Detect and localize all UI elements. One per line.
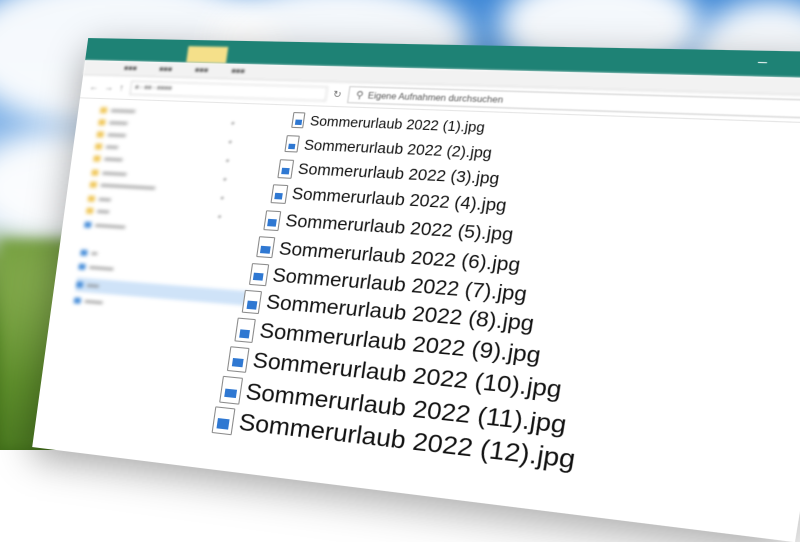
back-icon[interactable]: ← <box>89 82 99 92</box>
folder-icon <box>91 169 99 176</box>
image-file-icon <box>291 112 306 129</box>
folder-icon <box>87 195 96 202</box>
image-file-icon <box>234 317 256 344</box>
file-item[interactable]: Sommerurlaub 2022 (2).jpg <box>284 135 493 161</box>
drive-icon <box>75 281 84 288</box>
explorer-content: ▬▬▬▬ ▬▬▬ ▬▬▬ ▬▬ ▬▬▬ ▬▬▬▬ ▬▬▬▬▬▬▬▬▬ ▬▬ ▬▬… <box>32 98 800 542</box>
drive-icon <box>80 249 88 257</box>
folder-icon <box>89 181 98 188</box>
minimize-icon[interactable]: – <box>753 53 772 70</box>
pin-icon: ✦ <box>218 195 226 203</box>
file-item[interactable]: Sommerurlaub 2022 (3).jpg <box>277 159 501 189</box>
sidebar-item[interactable]: ▬▬▬ <box>98 119 128 126</box>
image-file-icon <box>226 346 250 374</box>
sidebar-item[interactable]: ▬▬▬▬ <box>99 107 136 115</box>
sidebar-item[interactable]: ▬ <box>80 249 98 257</box>
file-name: Sommerurlaub 2022 (4).jpg <box>290 185 508 216</box>
window-controls: – □ ✕ <box>753 53 800 72</box>
ribbon-tab[interactable]: ■■■ <box>159 66 173 74</box>
file-name: Sommerurlaub 2022 (2).jpg <box>303 136 494 162</box>
ribbon-tab[interactable]: ■■■ <box>194 66 208 74</box>
search-placeholder: Eigene Aufnahmen durchsuchen <box>367 90 504 105</box>
file-item[interactable]: Sommerurlaub 2022 (1).jpg <box>291 112 486 136</box>
folder-icon <box>99 107 108 114</box>
folder-icon <box>94 143 103 150</box>
folder-icon <box>93 155 101 162</box>
pin-icon: ✦ <box>229 121 236 128</box>
forward-icon[interactable]: → <box>104 82 114 92</box>
image-file-icon <box>219 376 243 405</box>
pin-icon: ✦ <box>216 214 223 222</box>
sidebar-item[interactable]: ▬▬ <box>85 207 110 215</box>
sidebar-item[interactable]: ▬▬▬▬▬▬▬▬▬ <box>89 181 156 191</box>
sidebar-item[interactable]: ▬▬ <box>87 195 111 203</box>
address-bar[interactable]: ■ › ■■ › ■■■■ <box>128 80 328 102</box>
file-explorer-window: – □ ✕ ■■■ ■■■ ■■■ ■■■ ? ← → ↑ ■ › ■■ › ■… <box>32 38 800 542</box>
image-file-icon <box>270 184 288 205</box>
image-file-icon <box>256 236 276 259</box>
sidebar-item[interactable]: ▬▬▬ <box>93 155 123 163</box>
image-file-icon <box>211 406 236 436</box>
ribbon-tab-active[interactable] <box>186 46 229 64</box>
refresh-icon[interactable]: ↻ <box>332 88 342 100</box>
search-icon: ⚲ <box>355 88 365 100</box>
folder-icon <box>96 131 105 138</box>
image-file-icon <box>241 289 263 315</box>
pin-icon: ✦ <box>226 139 234 147</box>
image-file-icon <box>263 209 282 231</box>
sidebar-item[interactable]: ▬▬▬▬ <box>78 263 114 272</box>
up-icon[interactable]: ↑ <box>119 82 125 92</box>
network-icon <box>73 297 82 304</box>
sidebar-item[interactable]: ▬▬▬▬ <box>91 169 127 177</box>
image-file-icon <box>284 135 300 154</box>
folder-icon <box>85 207 94 215</box>
drive-icon <box>83 221 92 229</box>
pin-icon: ✦ <box>224 158 231 166</box>
drive-icon <box>78 263 86 271</box>
image-file-icon <box>248 262 269 286</box>
pin-icon: ✦ <box>221 177 228 184</box>
sidebar-item[interactable]: ▬▬▬▬▬ <box>83 221 126 230</box>
sidebar-item[interactable]: ▬▬▬ <box>96 131 126 139</box>
folder-icon <box>98 119 106 126</box>
sidebar-item[interactable]: ▬▬ <box>94 143 118 150</box>
file-name: Sommerurlaub 2022 (1).jpg <box>309 113 486 135</box>
file-list: Sommerurlaub 2022 (1).jpg Sommerurlaub 20… <box>211 106 800 542</box>
file-name: Sommerurlaub 2022 (3).jpg <box>296 161 501 189</box>
image-file-icon <box>277 159 294 179</box>
sidebar-item[interactable]: ▬▬▬ <box>73 297 103 306</box>
ribbon-tab[interactable]: ■■■ <box>123 65 137 72</box>
ribbon-tab[interactable]: ■■■ <box>231 67 246 75</box>
